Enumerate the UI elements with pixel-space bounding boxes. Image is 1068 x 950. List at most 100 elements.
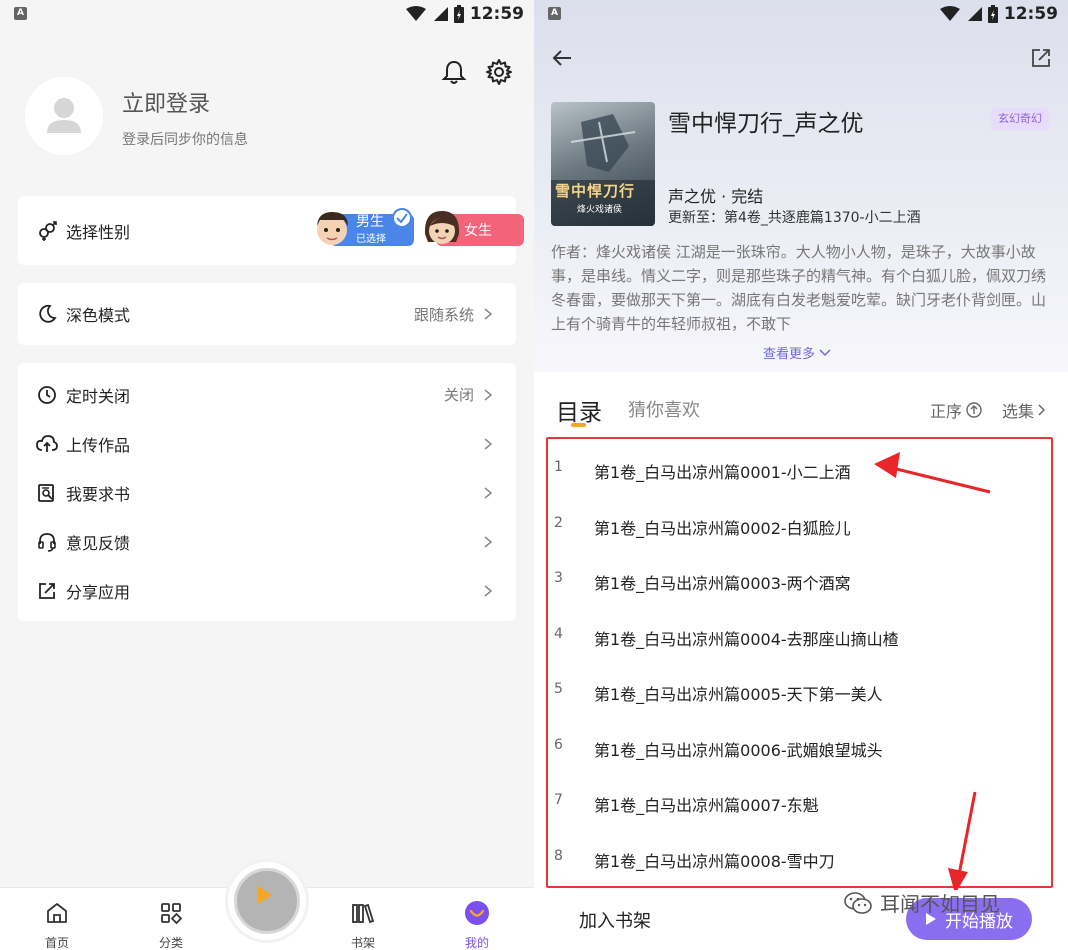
chapter-title: 第1卷_白马出凉州篇0002-白狐脸儿 [594, 519, 851, 538]
status-bar: A 12:59 [534, 0, 1068, 28]
chevron-right-icon [484, 535, 493, 548]
chapter-title: 第1卷_白马出凉州篇0007-东魁 [594, 796, 819, 815]
moon-icon [36, 303, 58, 325]
headset-icon [36, 531, 58, 553]
grid-icon [161, 903, 183, 925]
book-detail-screen: A 12:59 雪中悍刀行 烽火戏诸侯 雪中悍刀行_声之优 玄幻奇幻 声之优 ·… [534, 0, 1068, 950]
chevron-down-icon [819, 348, 831, 356]
tab-recommend[interactable]: 猜你喜欢 [628, 396, 700, 422]
notification-bell-icon[interactable] [440, 58, 468, 86]
home-icon [47, 903, 67, 923]
female-option-button[interactable]: 女生 [422, 208, 524, 250]
dark-mode-row[interactable]: 深色模式 跟随系统 [18, 283, 516, 345]
cover-title: 雪中悍刀行 [555, 182, 636, 200]
chapter-title: 第1卷_白马出凉州篇0005-天下第一美人 [594, 685, 883, 704]
book-update-info: 更新至：第4卷_共逐鹿篇1370-小二上酒 [668, 210, 921, 226]
chapter-item[interactable]: 6 第1卷_白马出凉州篇0006-武媚娘望城头 [548, 719, 1048, 774]
login-title[interactable]: 立即登录 [122, 86, 210, 118]
add-to-shelf-button[interactable]: 加入书架 [579, 907, 651, 933]
nav-label: 我的 [464, 936, 489, 950]
chapter-item[interactable]: 1 第1卷_白马出凉州篇0001-小二上酒 [548, 441, 1048, 496]
chevron-right-icon [484, 486, 493, 499]
chapter-item[interactable]: 2 第1卷_白马出凉州篇0002-白狐脸儿 [548, 497, 1048, 552]
book-description: 作者：烽火戏诸侯 江湖是一张珠帘。大人物小人物，是珠子，大故事小故事，是串线。情… [551, 243, 1047, 332]
nav-profile[interactable]: 我的 [447, 900, 507, 950]
episode-select-button[interactable]: 选集 [1002, 398, 1046, 422]
chapter-number: 3 [554, 570, 563, 586]
chapter-number: 6 [554, 737, 563, 753]
back-arrow-icon[interactable] [551, 47, 573, 69]
nav-home[interactable]: 首页 [27, 900, 87, 950]
view-more-label: 查看更多 [763, 347, 816, 362]
gender-icon [36, 220, 58, 242]
settings-gear-icon[interactable] [485, 58, 513, 86]
book-search-icon [36, 482, 58, 504]
login-subtitle: 登录后同步你的信息 [122, 132, 248, 148]
chapter-title: 第1卷_白马出凉州篇0006-武媚娘望城头 [594, 741, 883, 760]
gender-card: 选择性别 男生 已选择 女生 [18, 196, 524, 265]
cover-subtitle: 烽火戏诸侯 [577, 205, 623, 215]
chapter-item[interactable]: 3 第1卷_白马出凉州篇0003-两个酒窝 [548, 552, 1048, 607]
menu-item-label: 我要求书 [66, 484, 131, 504]
share-icon [36, 580, 58, 602]
menu-item-feedback[interactable]: 意见反馈 [18, 517, 516, 566]
avatar[interactable] [25, 77, 103, 155]
menu-item-upload[interactable]: 上传作品 [18, 419, 516, 468]
profile-screen: A 12:59 立即登录 登录后同步你的信息 选择性别 男生 已选择 女生 深色… [0, 0, 534, 950]
chapter-number: 2 [554, 515, 563, 531]
chapter-number: 7 [554, 792, 563, 808]
profile-icon [465, 901, 489, 925]
book-narrator-status: 声之优 · 完结 [668, 187, 764, 206]
chapter-item[interactable]: 4 第1卷_白马出凉州篇0004-去那座山摘山楂 [548, 608, 1048, 663]
chapter-title: 第1卷_白马出凉州篇0001-小二上酒 [594, 463, 851, 482]
genre-badge[interactable]: 玄幻奇幻 [991, 108, 1049, 130]
settings-list-card: 定时关闭 关闭 上传作品 我要求书 意见反馈 分享应用 [18, 363, 516, 621]
chapter-item[interactable]: 5 第1卷_白马出凉州篇0005-天下第一美人 [548, 663, 1048, 718]
chapter-title: 第1卷_白马出凉州篇0004-去那座山摘山楂 [594, 630, 899, 649]
signal-icon [967, 7, 982, 21]
menu-item-label: 分享应用 [66, 582, 131, 602]
female-label: 女生 [464, 223, 492, 239]
dark-mode-label: 深色模式 [66, 306, 131, 325]
sort-arrow-icon [966, 402, 982, 418]
tab-indicator [571, 423, 586, 427]
bookshelf-icon [352, 903, 375, 924]
chapter-item[interactable]: 7 第1卷_白马出凉州篇0007-东魁 [548, 774, 1048, 829]
menu-item-request-book[interactable]: 我要求书 [18, 468, 516, 517]
share-icon[interactable] [1030, 47, 1052, 69]
signal-icon [433, 7, 448, 21]
nav-category[interactable]: 分类 [141, 900, 201, 950]
female-avatar-icon [424, 211, 460, 244]
checkmark-icon [392, 208, 412, 228]
chapter-number: 4 [554, 626, 563, 642]
mini-player-button[interactable] [228, 862, 306, 940]
chapter-number: 5 [554, 681, 563, 697]
dark-mode-card: 深色模式 跟随系统 [18, 283, 516, 345]
watermark-text: 耳闻不如目见 [880, 892, 1000, 916]
chapter-title: 第1卷_白马出凉州篇0003-两个酒窝 [594, 574, 851, 593]
watermark: 耳闻不如目见 [844, 888, 1000, 917]
chapter-list: 1 第1卷_白马出凉州篇0001-小二上酒 2 第1卷_白马出凉州篇0002-白… [546, 437, 1053, 888]
menu-item-share[interactable]: 分享应用 [18, 566, 516, 615]
clock-icon [36, 384, 58, 406]
male-label: 男生 [356, 214, 384, 230]
chevron-right-icon [484, 437, 493, 450]
nav-bookshelf[interactable]: 书架 [333, 900, 393, 950]
cloud-upload-icon [36, 433, 58, 455]
chevron-right-icon [484, 584, 493, 597]
wechat-icon [844, 891, 872, 914]
sort-order-button[interactable]: 正序 [930, 398, 982, 422]
view-more-button[interactable]: 查看更多 [763, 343, 831, 362]
book-title: 雪中悍刀行_声之优 [668, 111, 864, 137]
app-badge: A [14, 7, 27, 20]
book-cover[interactable]: 雪中悍刀行 烽火戏诸侯 [551, 102, 655, 226]
nav-label: 分类 [158, 936, 183, 950]
chevron-right-icon [484, 388, 493, 401]
tab-catalog[interactable]: 目录 [556, 393, 602, 427]
chapter-item[interactable]: 8 第1卷_白马出凉州篇0008-雪中刀 [548, 830, 1048, 885]
content-tabs: 目录 猜你喜欢 正序 选集 [534, 372, 1068, 438]
male-avatar-icon [317, 212, 348, 245]
male-option-button[interactable]: 男生 已选择 [314, 208, 414, 250]
menu-item-label: 意见反馈 [66, 533, 131, 553]
menu-item-timer[interactable]: 定时关闭 关闭 [18, 370, 516, 419]
